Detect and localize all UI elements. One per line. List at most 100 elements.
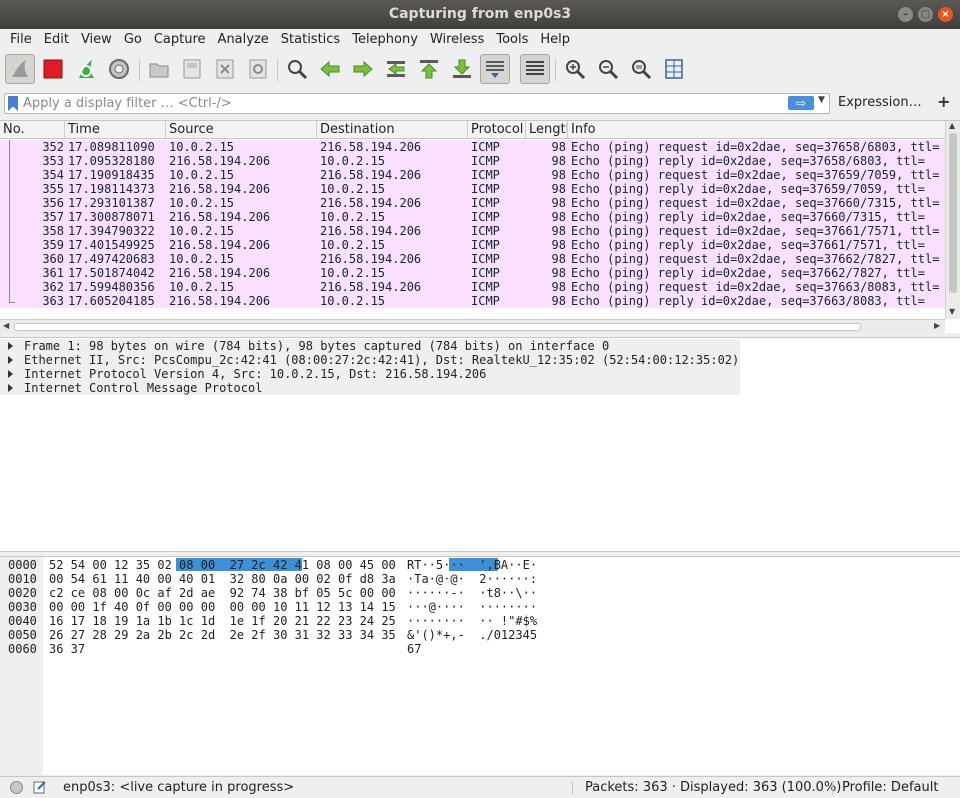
- minimize-button[interactable]: –: [898, 7, 913, 22]
- packet-row[interactable]: 363 17.605204185 216.58.194.206 10.0.2.15 IC…: [0, 294, 945, 308]
- stop-capture-button[interactable]: [38, 54, 68, 84]
- detail-row-ethernet[interactable]: Ethernet II, Src: PcsCompu_2c:42:41 (08:…: [0, 353, 740, 367]
- packet-row[interactable]: 360 17.497420683 10.0.2.15 216.58.194.206 IC…: [0, 252, 945, 266]
- start-capture-button[interactable]: [5, 54, 35, 84]
- bookmark-icon[interactable]: [8, 96, 18, 111]
- cell-time: 17.497420683: [68, 252, 155, 266]
- cell-time: 17.293101387: [68, 196, 155, 210]
- bytes-hex: 26 27 28 29 2a 2b 2c 2d 2e 2f 30 31 32 3…: [49, 628, 396, 642]
- detail-row-frame[interactable]: Frame 1: 98 bytes on wire (784 bits), 98…: [0, 339, 740, 353]
- expand-arrow-icon[interactable]: [8, 384, 13, 392]
- cell-info: Echo (ping) request id=0x2dae, seq=37660…: [571, 196, 940, 210]
- expert-info-led-icon[interactable]: [10, 781, 23, 794]
- menu-tools[interactable]: Tools: [490, 29, 534, 51]
- go-back-button[interactable]: [315, 54, 345, 84]
- close-file-button[interactable]: [210, 54, 240, 84]
- scroll-down-icon[interactable]: ▼: [949, 307, 955, 316]
- save-file-button[interactable]: [177, 54, 207, 84]
- cell-dst: 10.0.2.15: [320, 294, 386, 308]
- menu-file[interactable]: File: [0, 29, 38, 51]
- restart-capture-button[interactable]: [71, 54, 101, 84]
- profile-text[interactable]: Profile: Default: [842, 780, 938, 795]
- packet-row[interactable]: 352 17.089811090 10.0.2.15 216.58.194.206 IC…: [0, 140, 945, 154]
- zoom-in-icon: [566, 60, 586, 80]
- packet-row[interactable]: 356 17.293101387 10.0.2.15 216.58.194.206 IC…: [0, 196, 945, 210]
- cell-proto: ICMP: [471, 266, 500, 280]
- packet-list-hscroll[interactable]: ◀ ▶: [0, 319, 945, 333]
- column-header-length[interactable]: Length: [526, 121, 568, 139]
- cell-proto: ICMP: [471, 280, 500, 294]
- cell-src: 216.58.194.206: [169, 182, 271, 196]
- packet-row[interactable]: 354 17.190918435 10.0.2.15 216.58.194.206 IC…: [0, 168, 945, 182]
- menu-telephony[interactable]: Telephony: [346, 29, 424, 51]
- display-filter-input[interactable]: [23, 95, 783, 112]
- menu-view[interactable]: View: [75, 29, 118, 51]
- vscroll-thumb[interactable]: [949, 133, 957, 293]
- cell-info: Echo (ping) request id=0x2dae, seq=37662…: [571, 252, 940, 266]
- expand-arrow-icon[interactable]: [8, 342, 13, 350]
- go-to-packet-button[interactable]: [381, 54, 411, 84]
- packet-row[interactable]: 353 17.095328180 216.58.194.206 10.0.2.15 IC…: [0, 154, 945, 168]
- go-forward-button[interactable]: [348, 54, 378, 84]
- resize-columns-button[interactable]: [659, 54, 689, 84]
- column-header-protocol[interactable]: Protocol: [468, 121, 526, 139]
- apply-filter-button[interactable]: ⇨: [788, 96, 814, 110]
- menu-analyze[interactable]: Analyze: [212, 29, 275, 51]
- menu-capture[interactable]: Capture: [148, 29, 212, 51]
- packet-row[interactable]: 362 17.599480356 10.0.2.15 216.58.194.206 IC…: [0, 280, 945, 294]
- menu-statistics[interactable]: Statistics: [275, 29, 346, 51]
- reload-file-button[interactable]: [243, 54, 273, 84]
- find-packet-button[interactable]: [282, 54, 312, 84]
- close-window-button[interactable]: ×: [938, 7, 953, 22]
- colorize-button[interactable]: [520, 54, 550, 84]
- column-header-no[interactable]: No.: [0, 121, 65, 139]
- go-last-packet-button[interactable]: [447, 54, 477, 84]
- column-header-destination[interactable]: Destination: [317, 121, 468, 139]
- packet-row[interactable]: 358 17.394790322 10.0.2.15 216.58.194.206 IC…: [0, 224, 945, 238]
- expand-arrow-icon[interactable]: [8, 356, 13, 364]
- packet-row[interactable]: 359 17.401549925 216.58.194.206 10.0.2.15 IC…: [0, 238, 945, 252]
- detail-row-icmp[interactable]: Internet Control Message Protocol: [0, 381, 740, 395]
- menu-go[interactable]: Go: [118, 29, 148, 51]
- packet-row[interactable]: 355 17.198114373 216.58.194.206 10.0.2.15 IC…: [0, 182, 945, 196]
- packet-list-vscroll[interactable]: ▲ ▼: [945, 121, 960, 319]
- column-header-info[interactable]: Info: [568, 121, 945, 139]
- capture-options-button[interactable]: [104, 54, 134, 84]
- expand-arrow-icon[interactable]: [8, 370, 13, 378]
- autoscroll-button[interactable]: [480, 54, 510, 84]
- cell-src: 10.0.2.15: [169, 196, 235, 210]
- open-file-icon: [149, 63, 169, 78]
- detail-row-ip[interactable]: Internet Protocol Version 4, Src: 10.0.2…: [0, 367, 740, 381]
- maximize-button[interactable]: □: [918, 7, 933, 22]
- packet-row[interactable]: 361 17.501874042 216.58.194.206 10.0.2.15 IC…: [0, 266, 945, 280]
- cell-info: Echo (ping) reply id=0x2dae, seq=37661/7…: [571, 238, 926, 252]
- filter-history-dropdown[interactable]: ▼: [818, 95, 825, 105]
- scroll-up-icon[interactable]: ▲: [949, 121, 955, 130]
- cell-len: 98: [551, 168, 566, 182]
- packet-list-header: No. Time Source Destination Protocol Len…: [0, 121, 945, 139]
- menu-wireless[interactable]: Wireless: [424, 29, 490, 51]
- packet-rows: 352 17.089811090 10.0.2.15 216.58.194.206 IC…: [0, 140, 945, 308]
- menu-bar: File Edit View Go Capture Analyze Statis…: [0, 29, 960, 51]
- menu-edit[interactable]: Edit: [38, 29, 75, 51]
- column-header-time[interactable]: Time: [65, 121, 166, 139]
- hscroll-thumb[interactable]: [14, 323, 861, 331]
- packet-row[interactable]: 357 17.300878071 216.58.194.206 10.0.2.15 IC…: [0, 210, 945, 224]
- zoom-out-button[interactable]: [593, 54, 623, 84]
- resize-columns-icon: [665, 59, 683, 79]
- cell-len: 98: [551, 280, 566, 294]
- capture-comment-icon[interactable]: [33, 780, 47, 794]
- open-file-button[interactable]: [144, 54, 174, 84]
- menu-help[interactable]: Help: [534, 29, 576, 51]
- go-first-packet-button[interactable]: [414, 54, 444, 84]
- add-filter-button[interactable]: +: [937, 92, 950, 111]
- cell-info: Echo (ping) reply id=0x2dae, seq=37663/8…: [571, 294, 926, 308]
- scroll-left-icon[interactable]: ◀: [3, 321, 9, 330]
- expression-button[interactable]: Expression…: [838, 95, 922, 110]
- normal-size-button[interactable]: [626, 54, 656, 84]
- scroll-right-icon[interactable]: ▶: [934, 321, 940, 330]
- cell-len: 98: [551, 294, 566, 308]
- bytes-ascii: 67: [407, 642, 422, 656]
- column-header-source[interactable]: Source: [166, 121, 317, 139]
- zoom-in-button[interactable]: [560, 54, 590, 84]
